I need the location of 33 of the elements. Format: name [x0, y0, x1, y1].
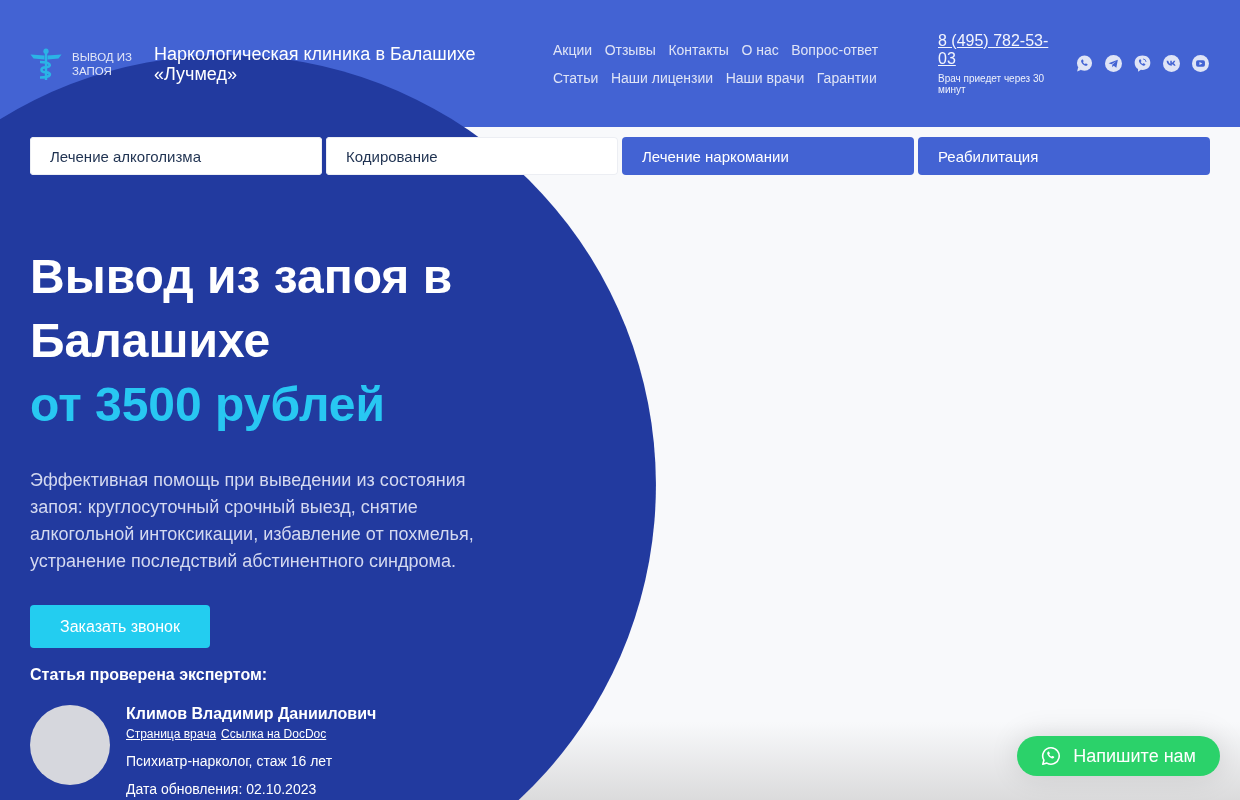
- service-button[interactable]: Лечение алкоголизма: [30, 137, 322, 175]
- video-play-icon[interactable]: [1192, 55, 1209, 72]
- chat-phone-icon[interactable]: [1076, 55, 1093, 72]
- chat-phone-icon: [1041, 746, 1062, 766]
- expert-name: Климов Владимир Даниилович: [126, 705, 377, 723]
- service-button[interactable]: Кодирование: [326, 137, 618, 175]
- site-title: Наркологическая клиника в Балашихе «Лучмед»: [154, 43, 477, 84]
- logo-text[interactable]: ВЫВОД ИЗ ЗАПОЯ: [72, 49, 144, 78]
- update-date: Дата обновления: 02.10.2023: [126, 781, 317, 797]
- menu-link[interactable]: Статьи: [553, 69, 599, 86]
- expert-link[interactable]: Ссылка на DocDoc: [221, 727, 327, 741]
- menu-link[interactable]: Акции: [553, 41, 593, 58]
- menu-link[interactable]: Вопрос-ответ: [791, 41, 879, 58]
- menu-link[interactable]: Контакты: [668, 41, 729, 58]
- menu-link[interactable]: Гарантии: [816, 69, 877, 86]
- paper-plane-icon[interactable]: [1105, 55, 1122, 72]
- hero-description: Эффективная помощь при выведении из состояния запоя: круглосуточный срочный выезд, снятие алкогольной интоксикации, избавление от похмелья, устранение последствий абстинентного синдрома.: [30, 469, 475, 573]
- arrival-note: Врач приедет через 30 минут: [938, 73, 1046, 95]
- menu-link[interactable]: Наши врачи: [725, 69, 805, 86]
- caduceus-icon[interactable]: [30, 47, 62, 80]
- expert-link[interactable]: Страница врача: [126, 727, 217, 741]
- menu-link[interactable]: О нас: [741, 41, 779, 58]
- menu-link[interactable]: Отзывы: [604, 41, 656, 58]
- service-button[interactable]: Лечение наркомании: [622, 137, 914, 175]
- expert-heading: Статья проверена экспертом:: [30, 665, 268, 685]
- phone-link[interactable]: 8 (495) 782-53-03: [938, 32, 1053, 68]
- phone-bubble-icon[interactable]: [1134, 55, 1151, 72]
- hero-price: от 3500 рублей: [30, 377, 385, 433]
- vk-logo-icon[interactable]: [1163, 55, 1180, 72]
- hero-title: Вывод из запоя в Балашихе: [30, 249, 454, 369]
- service-button[interactable]: Реабилитация: [918, 137, 1210, 175]
- menu-link[interactable]: Наши лицензии: [610, 69, 714, 86]
- expert-specialty: Психиатр-нарколог, стаж 16 лет: [126, 753, 333, 769]
